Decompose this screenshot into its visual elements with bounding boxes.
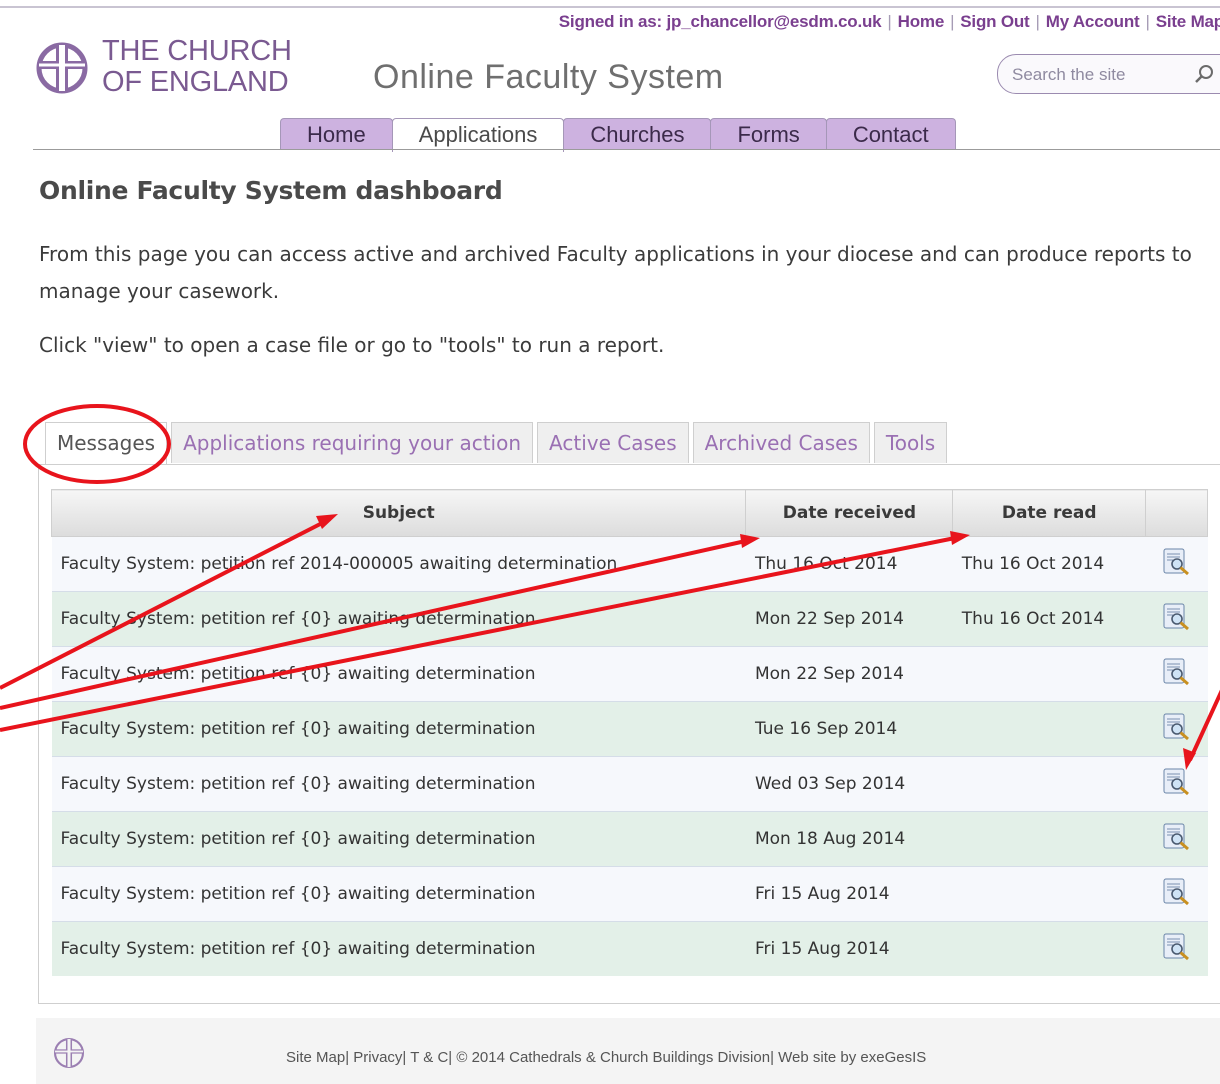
system-title: Online Faculty System (373, 58, 724, 96)
nav-divider (33, 149, 1220, 150)
page-title: Online Faculty System dashboard (39, 176, 503, 205)
view-message-icon[interactable] (1163, 878, 1191, 911)
column-header-date-read[interactable]: Date read (952, 489, 1147, 537)
table-row: Faculty System: petition ref {0} awaitin… (51, 756, 1208, 812)
message-date-received: Fri 15 Aug 2014 (745, 921, 953, 976)
church-cross-icon[interactable] (34, 40, 90, 100)
message-date-received: Fri 15 Aug 2014 (745, 866, 953, 922)
view-message-icon[interactable] (1163, 713, 1191, 746)
sign-out-link[interactable]: Sign Out (960, 12, 1029, 31)
column-header-date-received[interactable]: Date received (745, 489, 954, 537)
signed-in-label: Signed in as: jp_chancellor@esdm.co.uk (558, 12, 882, 31)
view-message-icon[interactable] (1163, 603, 1191, 636)
table-row: Faculty System: petition ref {0} awaitin… (51, 921, 1208, 976)
nav-tab-forms[interactable]: Forms (710, 118, 827, 149)
table-row: Faculty System: petition ref {0} awaitin… (51, 811, 1208, 867)
search-box (997, 54, 1220, 94)
message-subject: Faculty System: petition ref 2014-000005… (51, 536, 746, 592)
main-nav: Home Applications Churches Forms Contact (280, 118, 956, 152)
view-message-icon[interactable] (1163, 933, 1191, 966)
site-footer: Site Map| Privacy| T & C| © 2014 Cathedr… (36, 1018, 1220, 1084)
message-subject: Faculty System: petition ref {0} awaitin… (51, 866, 746, 922)
table-row: Faculty System: petition ref {0} awaitin… (51, 646, 1208, 702)
message-date-read: Thu 16 Oct 2014 (952, 591, 1146, 647)
nav-tab-home[interactable]: Home (280, 118, 393, 149)
nav-tab-applications[interactable]: Applications (391, 118, 565, 152)
my-account-link[interactable]: My Account (1046, 12, 1140, 31)
account-bar: Signed in as: jp_chancellor@esdm.co.uk | H… (559, 12, 1220, 32)
table-row: Faculty System: petition ref {0} awaitin… (51, 866, 1208, 922)
tab-active-cases[interactable]: Active Cases (537, 422, 689, 463)
column-header-actions (1145, 489, 1208, 537)
dashboard-tabs: Messages Applications requiring your act… (45, 422, 951, 466)
message-date-received: Thu 16 Oct 2014 (745, 536, 953, 592)
message-date-read: Thu 16 Oct 2014 (952, 536, 1146, 592)
message-subject: Faculty System: petition ref {0} awaitin… (51, 921, 746, 976)
tab-messages[interactable]: Messages (45, 422, 168, 466)
messages-table: Subject Date received Date read Faculty … (50, 489, 1208, 976)
column-header-subject[interactable]: Subject (50, 489, 747, 537)
message-date-read (952, 646, 1146, 702)
message-date-read (952, 811, 1146, 867)
instruction-text: Click "view" to open a case file or go t… (39, 333, 665, 357)
intro-text: From this page you can access active and… (39, 242, 1192, 303)
church-cross-icon[interactable] (52, 1036, 86, 1074)
nav-tab-contact[interactable]: Contact (825, 118, 956, 149)
view-message-icon[interactable] (1163, 658, 1191, 691)
search-icon[interactable] (1194, 63, 1216, 89)
message-date-received: Mon 22 Sep 2014 (745, 646, 953, 702)
message-date-received: Mon 22 Sep 2014 (745, 591, 953, 647)
tab-archived-cases[interactable]: Archived Cases (692, 422, 870, 463)
message-subject: Faculty System: petition ref {0} awaitin… (51, 701, 746, 757)
message-date-read (952, 756, 1146, 812)
tab-tools[interactable]: Tools (873, 422, 948, 463)
message-date-read (952, 701, 1146, 757)
message-date-received: Tue 16 Sep 2014 (745, 701, 953, 757)
message-date-read (952, 921, 1146, 976)
message-date-received: Wed 03 Sep 2014 (745, 756, 953, 812)
view-message-icon[interactable] (1163, 768, 1191, 801)
home-link[interactable]: Home (898, 12, 945, 31)
logo-line-1: THE CHURCH (102, 35, 292, 67)
messages-panel: Subject Date received Date read Faculty … (38, 464, 1220, 1004)
view-message-icon[interactable] (1163, 823, 1191, 856)
logo-line-2: OF ENGLAND (102, 66, 289, 98)
message-subject: Faculty System: petition ref {0} awaitin… (51, 646, 746, 702)
footer-links[interactable]: Site Map| Privacy| T & C| © 2014 Cathedr… (286, 1049, 926, 1066)
table-row: Faculty System: petition ref {0} awaitin… (51, 701, 1208, 757)
message-date-received: Mon 18 Aug 2014 (745, 811, 953, 867)
view-message-icon[interactable] (1163, 548, 1191, 581)
message-subject: Faculty System: petition ref {0} awaitin… (51, 591, 746, 647)
message-subject: Faculty System: petition ref {0} awaitin… (51, 756, 746, 812)
message-date-read (952, 866, 1146, 922)
table-row: Faculty System: petition ref {0} awaitin… (51, 591, 1208, 647)
table-row: Faculty System: petition ref 2014-000005… (51, 536, 1208, 592)
header-top-rule (0, 6, 1220, 8)
nav-tab-churches[interactable]: Churches (563, 118, 712, 149)
search-input[interactable] (1010, 63, 1184, 87)
tab-applications-requiring-action[interactable]: Applications requiring your action (171, 422, 534, 463)
church-logo-text[interactable]: THE CHURCH OF ENGLAND (102, 36, 292, 98)
site-map-link[interactable]: Site Map (1156, 12, 1220, 31)
message-subject: Faculty System: petition ref {0} awaitin… (51, 811, 746, 867)
